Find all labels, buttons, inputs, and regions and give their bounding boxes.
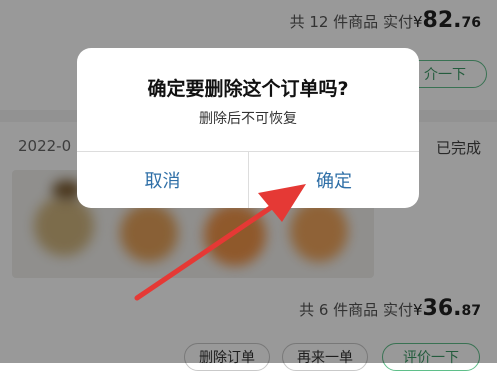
confirm-button[interactable]: 确定 [249,152,419,208]
cancel-button-label: 取消 [144,171,181,192]
dialog-title: 确定要删除这个订单吗? [147,78,349,100]
cancel-button[interactable]: 取消 [77,152,248,208]
dialog-message: 删除后不可恢复 [199,111,297,127]
delete-confirm-dialog: 确定要删除这个订单吗? 删除后不可恢复 取消 确定 [77,48,419,208]
confirm-button-label: 确定 [316,171,352,192]
